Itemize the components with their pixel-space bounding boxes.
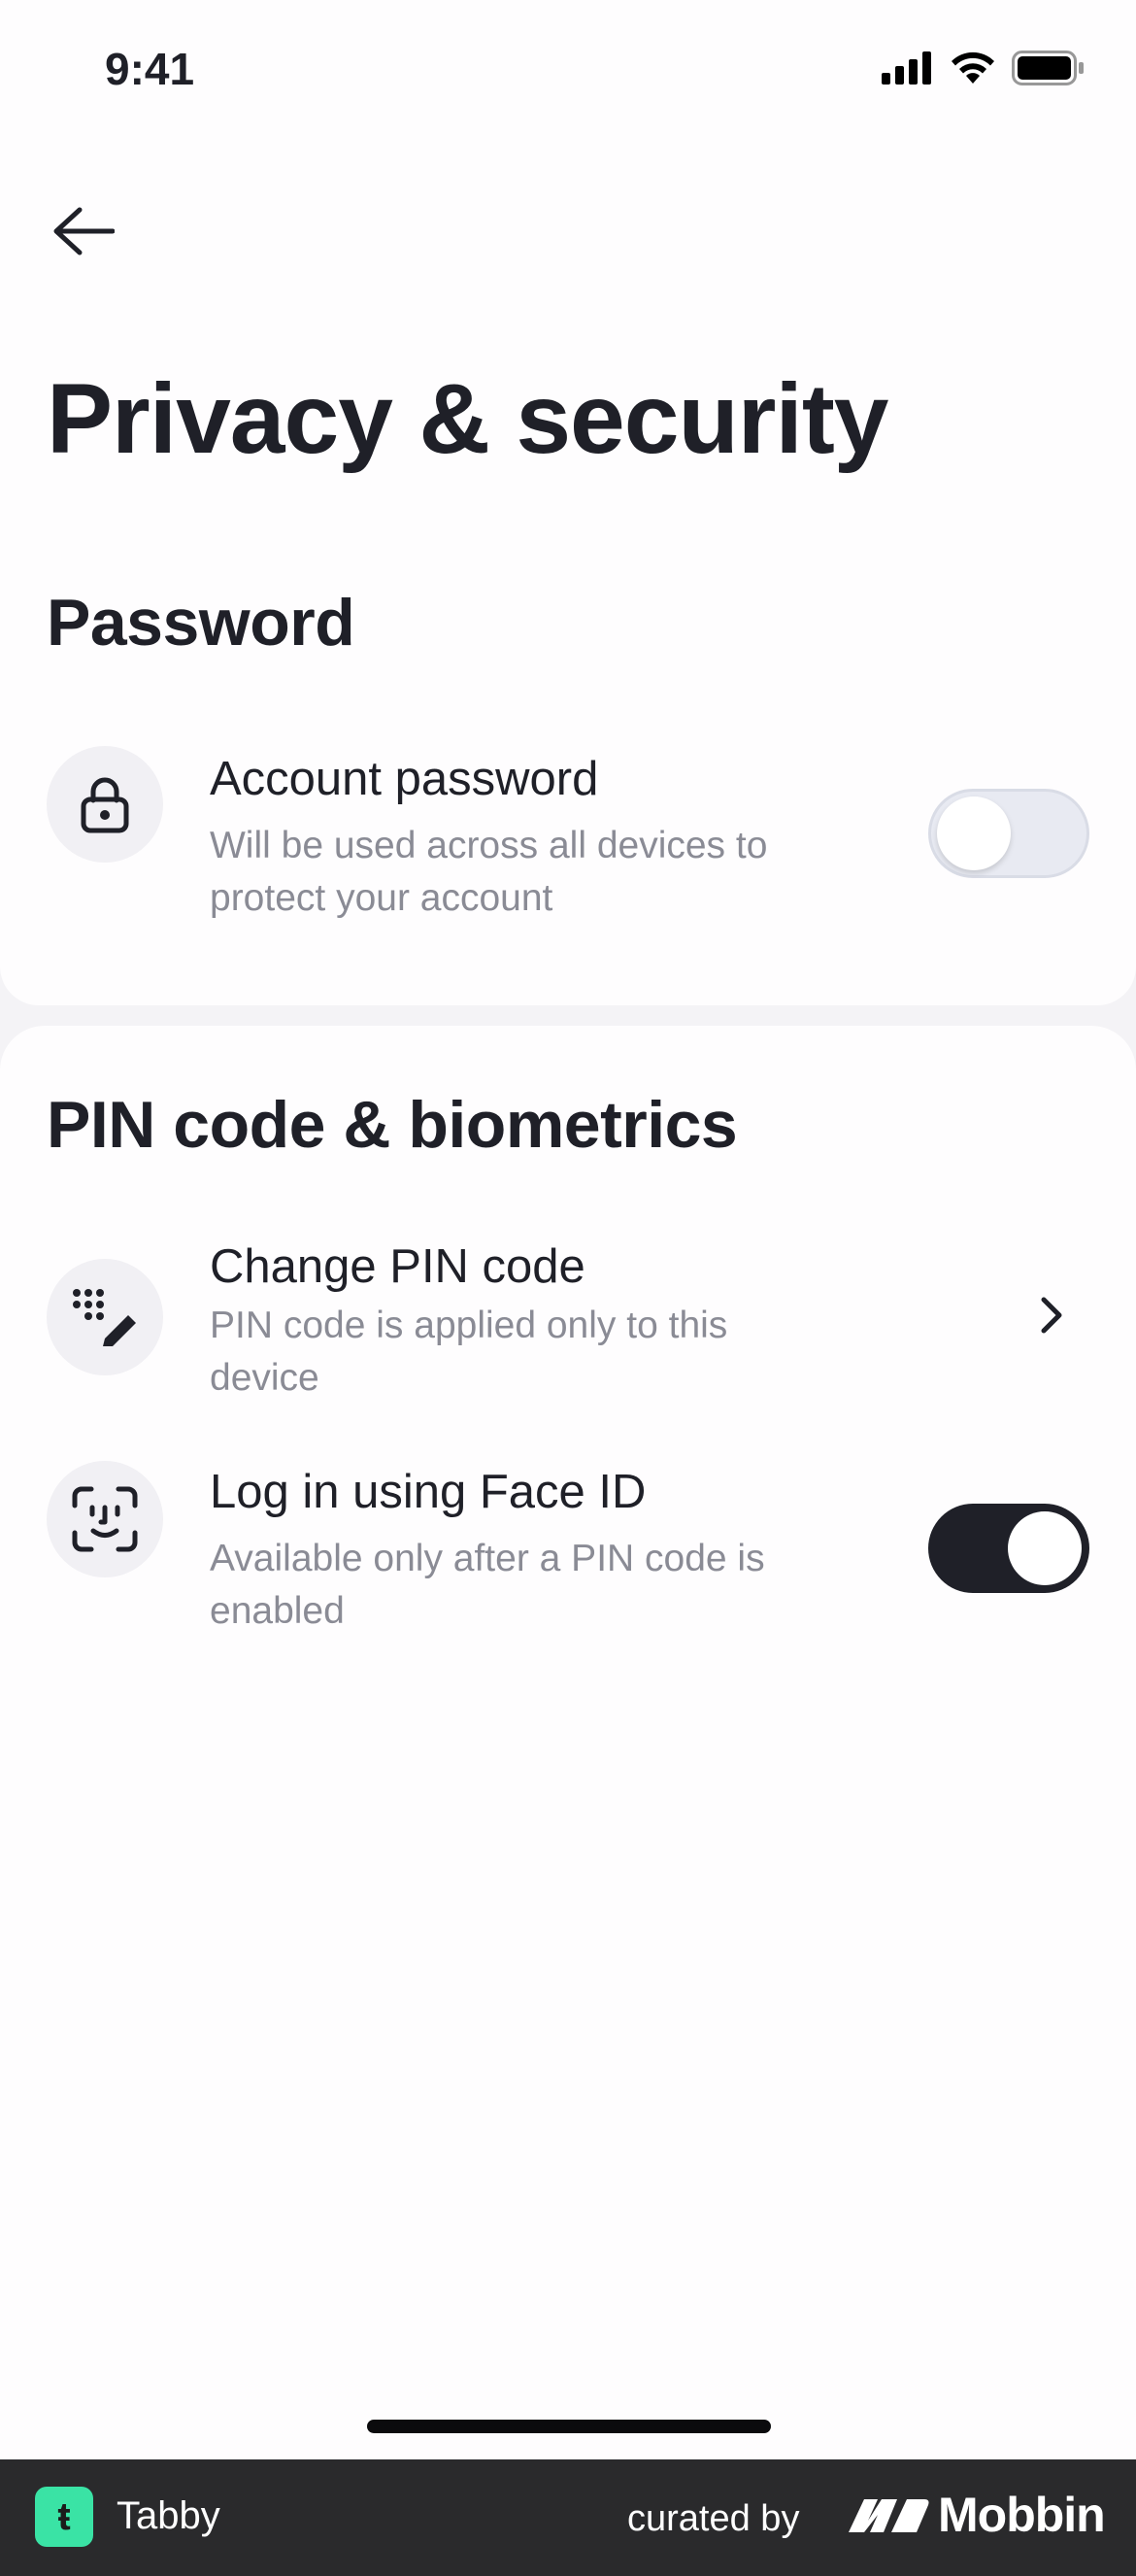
face-id-subtitle: Available only after a PIN code is enabl… [210, 1538, 765, 1632]
arrow-left-icon [53, 207, 115, 255]
app-screen: 9:41 Privacy & security Password Account… [0, 0, 1136, 2459]
face-id-toggle[interactable] [928, 1504, 1089, 1593]
toggle-knob [1008, 1511, 1082, 1585]
status-icons [882, 51, 1086, 85]
back-button[interactable] [43, 190, 124, 272]
account-password-toggle[interactable] [928, 789, 1089, 878]
change-pin-icon-wrap [47, 1259, 163, 1375]
lock-icon [81, 777, 129, 833]
toggle-knob [937, 797, 1011, 870]
cellular-signal-icon [882, 51, 931, 85]
wifi-icon [952, 51, 994, 84]
tabby-logo-icon: ŧ [35, 2487, 93, 2547]
chevron-right-icon [1041, 1297, 1062, 1334]
pin-biometrics-card: PIN code & biometrics Change PIN code PI… [0, 1026, 1136, 2459]
password-card: 9:41 Privacy & security Password Account… [0, 0, 1136, 1005]
change-pin-row[interactable]: Change PIN code PIN code is applied only… [0, 1240, 1136, 1424]
mobbin-logo-icon [849, 2499, 929, 2532]
section-title-password: Password [47, 586, 355, 660]
mobbin-logo: Mobbin [849, 2487, 1106, 2543]
face-id-icon-wrap [47, 1461, 163, 1577]
face-id-icon [72, 1486, 138, 1552]
face-id-row[interactable]: Log in using Face ID Available only afte… [0, 1461, 1136, 1655]
change-pin-subtitle: PIN code is applied only to this device [210, 1305, 728, 1399]
change-pin-title: Change PIN code [210, 1240, 585, 1293]
account-password-title: Account password [210, 753, 599, 805]
curated-by-label: curated by [627, 2498, 800, 2539]
account-password-row[interactable]: Account password Will be used across all… [0, 746, 1136, 931]
face-id-title: Log in using Face ID [210, 1466, 647, 1518]
page-title: Privacy & security [47, 363, 889, 474]
curator-name: Mobbin [938, 2488, 1106, 2542]
battery-icon [1012, 51, 1084, 85]
section-title-pin-biometrics: PIN code & biometrics [47, 1088, 738, 1162]
pin-edit-icon [73, 1289, 136, 1346]
app-name: Tabby [117, 2494, 220, 2537]
account-password-icon-wrap [47, 746, 163, 863]
home-indicator [367, 2420, 771, 2433]
attribution-footer: ŧ Tabby curated by Mobbin [0, 2459, 1136, 2576]
account-password-subtitle: Will be used across all devices to prote… [210, 825, 768, 919]
status-time: 9:41 [105, 44, 195, 94]
